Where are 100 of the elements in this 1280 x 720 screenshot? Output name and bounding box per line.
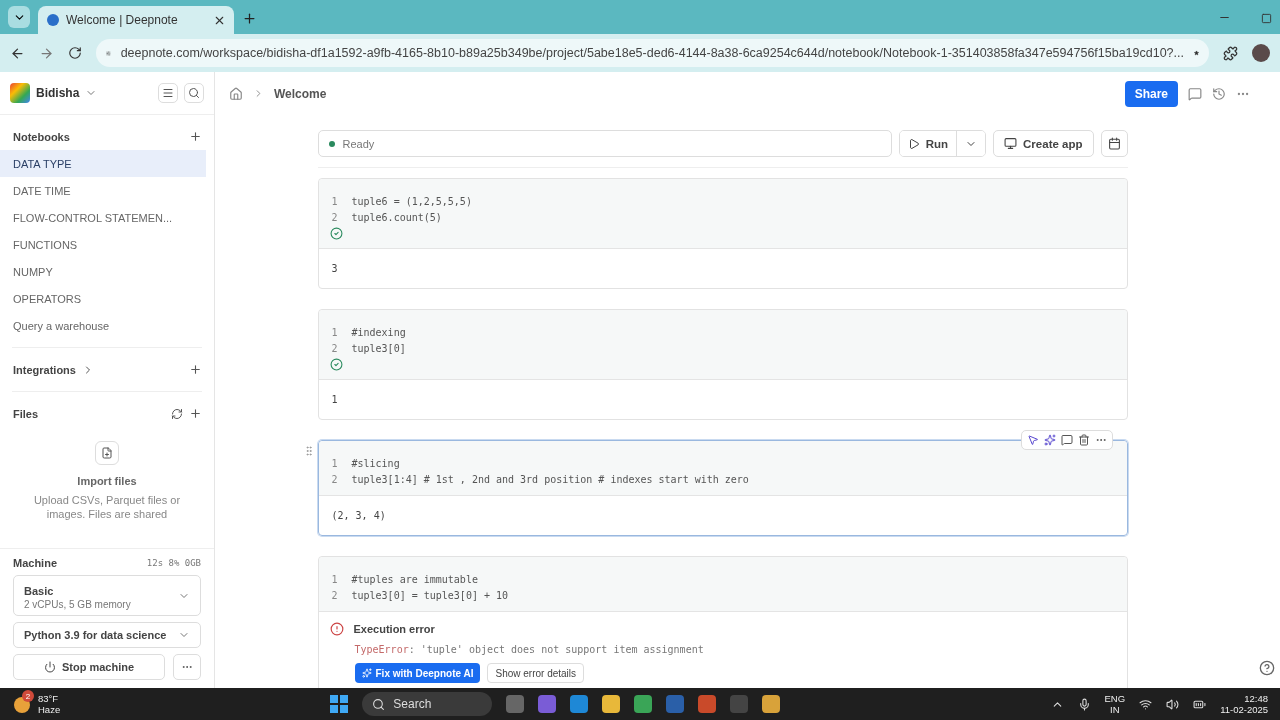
taskbar-app-icon[interactable] [602, 695, 621, 713]
taskbar-app-icon[interactable] [762, 695, 781, 713]
comment-icon[interactable] [1060, 434, 1073, 446]
code-line: #indexing [351, 326, 406, 338]
line-number: 1 [331, 326, 339, 338]
url-text: deepnote.com/workspace/bidisha-df1a1592-a9fb-4165-8b10-b89a25b349be/project/5abe18e5-ded6-4144-8a38-6ca9254c644d/notebook/Notebook-1-351403858fa347e594756f15ba19cd10?... [120, 46, 1184, 60]
code-editor[interactable]: 1 tuple6 = (1,2,5,5,5) 2 tuple6.count(5) [318, 179, 1127, 249]
notebook-item[interactable]: OPERATORS [0, 285, 206, 312]
code-line: tuple3[0] [351, 342, 406, 354]
section-title[interactable]: Integrations [13, 363, 76, 376]
code-line: tuple6 = (1,2,5,5,5) [351, 195, 472, 207]
history-icon[interactable] [1212, 86, 1226, 101]
machine-select[interactable]: Basic 2 vCPUs, 5 GB memory [13, 575, 201, 616]
volume-icon[interactable] [1166, 697, 1180, 711]
notebook-item[interactable]: NUMPY [0, 258, 206, 285]
back-icon[interactable] [10, 45, 25, 61]
temperature: 83°F [38, 693, 60, 704]
search-icon [372, 697, 386, 711]
code-line: #tuples are immutable [351, 573, 478, 585]
error-icon [329, 622, 344, 636]
taskbar-app-icon[interactable] [634, 695, 653, 713]
forward-icon[interactable] [39, 45, 54, 61]
app-logo-icon [46, 13, 60, 27]
notebook-item[interactable]: FUNCTIONS [0, 231, 206, 258]
notebook-item[interactable]: DATE TIME [0, 177, 206, 204]
add-icon[interactable] [189, 130, 202, 143]
error-type: TypeError [354, 644, 409, 655]
help-icon[interactable] [1259, 660, 1275, 676]
start-icon[interactable] [330, 695, 349, 713]
cell-output: (2, 3, 4) [331, 510, 386, 521]
file-plus-icon [101, 447, 113, 459]
section-title: Machine [13, 557, 57, 569]
taskbar-search[interactable]: Search [362, 692, 493, 716]
status-text: Ready [342, 137, 375, 150]
sparkle-icon[interactable] [1043, 434, 1056, 446]
error-title: Execution error [353, 623, 435, 635]
code-line: tuple6.count(5) [351, 211, 442, 223]
machine-stats: 12s 8% 0GB [146, 558, 201, 568]
line-number: 2 [331, 211, 339, 223]
profile-avatar[interactable] [1252, 44, 1270, 62]
weather-icon [12, 695, 32, 713]
microphone-icon[interactable] [1077, 697, 1091, 711]
line-number: 2 [331, 589, 339, 601]
home-icon[interactable] [229, 86, 243, 101]
import-file-button[interactable] [95, 441, 119, 465]
clock-time: 12:48 [1243, 693, 1268, 704]
search-button[interactable] [184, 83, 204, 103]
error-message: : 'tuple' object does not support item assignment [408, 644, 704, 655]
environment-select[interactable]: Python 3.9 for data science [13, 622, 201, 648]
code-line: tuple3[0] = tuple3[0] + 10 [351, 589, 509, 601]
show-error-details-button[interactable]: Show error details [487, 663, 585, 683]
wifi-icon[interactable] [1139, 697, 1153, 711]
line-number: 2 [331, 473, 339, 485]
new-tab-icon[interactable] [242, 11, 257, 26]
reload-icon[interactable] [68, 46, 82, 60]
refresh-icon[interactable] [171, 407, 183, 420]
taskbar-app-icon[interactable] [570, 695, 589, 713]
line-number: 1 [331, 457, 339, 469]
code-editor[interactable]: 1 #tuples are immutable 2 tuple3[0] = tuple3[0] + 10 [318, 557, 1127, 612]
workspace-logo [10, 83, 30, 103]
code-editor[interactable]: 1 #slicing 2 tuple3[1:4] # 1st , 2nd and 3rd position # indexes start with zero [318, 441, 1127, 496]
delete-icon[interactable] [1077, 434, 1090, 446]
cell-output: 3 [331, 263, 338, 274]
status-dot [328, 140, 335, 147]
region: IN [1109, 704, 1121, 715]
create-app-button[interactable]: Create app [993, 130, 1094, 157]
address-bar[interactable]: deepnote.com/workspace/bidisha-df1a1592-a9fb-4165-8b10-b89a25b349be/project/5abe18e5-ded6-4144-8a38-6ca9254c644d/notebook/Notebook-1-351403858fa347e594756f15ba19cd10?... [96, 39, 1209, 67]
add-icon[interactable] [189, 407, 202, 420]
cell-output: 1 [331, 394, 338, 405]
fix-with-ai-button[interactable]: Fix with Deepnote AI [354, 663, 481, 683]
breadcrumb-item[interactable]: Welcome [274, 86, 327, 101]
notebook-item[interactable]: FLOW-CONTROL STATEMEN... [0, 204, 206, 231]
tab-title: Welcome | Deepnote [66, 13, 179, 27]
menu-icon [162, 87, 174, 99]
search-icon [188, 87, 200, 99]
code-line: #slicing [351, 457, 400, 469]
run-cell-icon[interactable] [1026, 434, 1039, 446]
add-icon[interactable] [189, 363, 202, 376]
tab-list-button[interactable] [8, 6, 30, 28]
browser-tab[interactable]: Welcome | Deepnote [38, 6, 234, 34]
code-line: tuple3[1:4] # 1st , 2nd and 3rd position # indexes start with zero [351, 473, 749, 485]
share-button[interactable]: Share [1124, 80, 1178, 107]
sparkle-icon [361, 668, 372, 678]
monitor-icon [1004, 137, 1018, 150]
workspace-name[interactable]: Bidisha [36, 86, 80, 100]
notification-badge: 2 [22, 690, 34, 702]
section-title: Files [13, 407, 40, 420]
notebook-item[interactable]: Query a warehouse [0, 312, 206, 339]
line-number: 2 [331, 342, 339, 354]
notebook-item[interactable]: DATA TYPE [0, 150, 206, 177]
schedule-button[interactable] [1100, 130, 1128, 157]
clock-date: 11-02-2025 [1220, 704, 1268, 715]
stop-machine-button[interactable]: Stop machine [13, 654, 165, 680]
power-icon [43, 661, 56, 673]
menu-button[interactable] [158, 83, 178, 103]
restore-icon[interactable] [1261, 13, 1272, 24]
section-title: Notebooks [13, 130, 71, 143]
extensions-icon[interactable] [1223, 45, 1238, 61]
import-title: Import files [77, 475, 137, 487]
code-editor[interactable]: 1 #indexing 2 tuple3[0] [318, 310, 1127, 380]
